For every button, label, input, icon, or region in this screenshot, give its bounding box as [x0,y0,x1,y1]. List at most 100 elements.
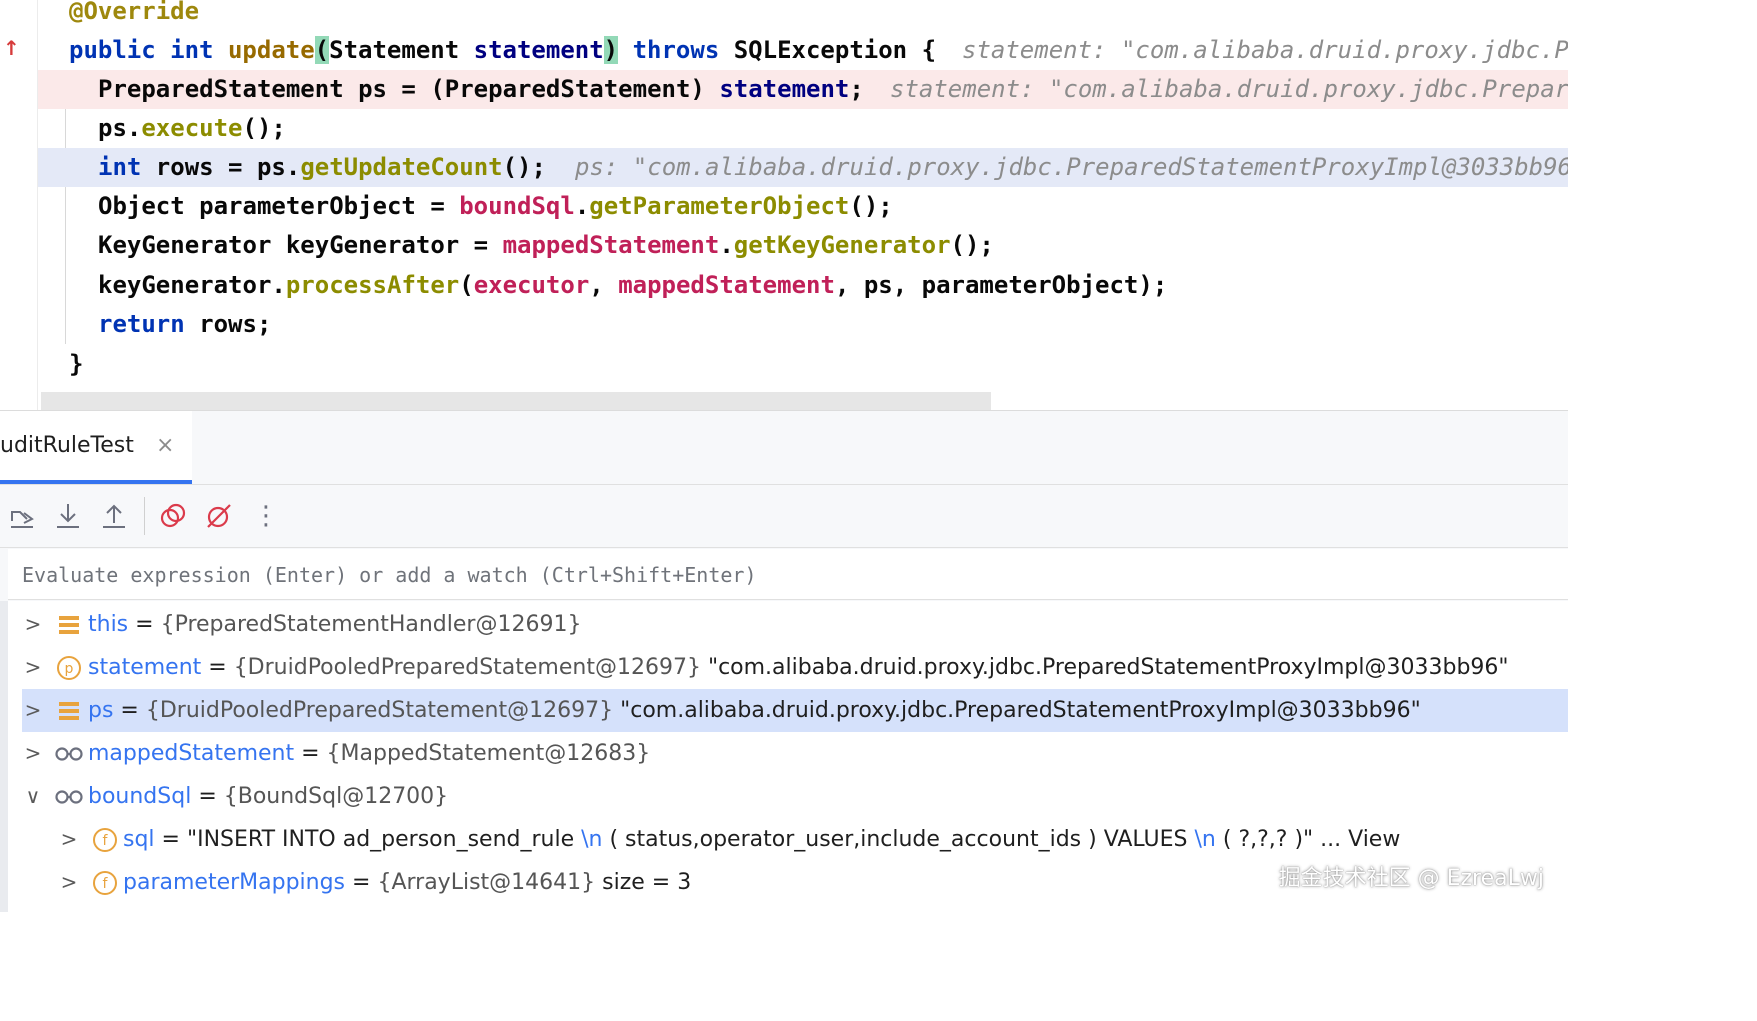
chevron-right-icon[interactable]: > [58,818,80,861]
paren-open: ( [314,36,330,64]
code-text-part: Object parameterObject = [98,192,460,220]
frames-edge [0,601,8,912]
variable-row-mapped-statement[interactable]: > mappedStatement = {MappedStatement@126… [22,732,1568,775]
open-brace: { [921,36,937,64]
field-icon: f [92,827,118,853]
view-breakpoints-button[interactable] [156,499,190,533]
param-ref: statement [719,75,850,103]
variable-row-bound-sql[interactable]: ∨ boundSql = {BoundSql@12700} [22,775,1568,818]
method-call: getKeyGenerator [733,231,951,259]
evaluate-expression-input[interactable] [8,549,1564,601]
code-line-close-brace[interactable]: } [38,345,1568,384]
field-ref: boundSql [459,192,575,220]
code-line-execute[interactable]: ps.execute(); [38,109,1568,148]
chevron-right-icon[interactable]: > [22,646,44,689]
tab-label: uditRuleTest [0,433,134,458]
code-line-parameter-object[interactable]: Object parameterObject = boundSql.getPar… [38,187,1568,226]
code-text-part: . [574,192,590,220]
variable-name: this [88,612,129,637]
chevron-right-icon[interactable]: > [58,861,80,904]
field-ref: mappedStatement [618,271,835,299]
inline-debug-hint: statement: "com.alibaba.druid.proxy.jdbc… [962,36,1568,64]
param-name: statement [473,36,604,64]
variable-value: {BoundSql@12700} [223,784,449,809]
step-out-button[interactable] [97,499,131,533]
variable-row-this[interactable]: > this = {PreparedStatementHandler@12691… [22,603,1568,646]
step-into-button[interactable] [51,499,85,533]
variable-string: "com.alibaba.druid.proxy.jdbc.PreparedSt… [700,655,1509,680]
code-text-part: PreparedStatement ps = (PreparedStatemen… [98,75,720,103]
param-type: Statement [329,36,460,64]
variable-icon [56,612,82,638]
code-text: int rows = ps.getUpdateCount(); [98,148,546,187]
view-link[interactable]: ... View [1313,827,1400,852]
code-line-key-generator[interactable]: KeyGenerator keyGenerator = mappedStatem… [38,226,1568,265]
code-editor[interactable]: ↑ @Override public int update(Statement … [0,0,1568,410]
active-tab-indicator [0,480,192,484]
code-text: keyGenerator.processAfter(executor, mapp… [98,266,1167,305]
code-line-process-after[interactable]: keyGenerator.processAfter(executor, mapp… [38,266,1568,305]
equals-sign: = [294,741,327,766]
step-over-button[interactable] [5,499,39,533]
code-text-part: keyGenerator. [98,271,286,299]
variable-name: ps [88,698,114,723]
step-into-icon [57,504,79,528]
variable-row-sql[interactable]: > f sql = "INSERT INTO ad_person_send_ru… [22,818,1568,861]
chevron-right-icon[interactable]: > [22,732,44,775]
variable-text: statement = {DruidPooledPreparedStatemen… [88,646,1509,689]
code-text-part: (); [242,114,286,142]
field-icon-letter: f [103,833,109,849]
code-text-part: ( [459,271,474,299]
tab-debug-session[interactable]: uditRuleTest × [0,411,192,484]
step-over-icon [11,511,34,528]
variable-text: this = {PreparedStatementHandler@12691} [88,603,581,646]
variable-value: {MappedStatement@12683} [326,741,651,766]
keyword-int: int [170,36,214,64]
code-line-return[interactable]: return rows; [38,305,1568,344]
variable-text: ps = {DruidPooledPreparedStatement@12697… [88,689,1421,732]
debug-tab-bar: uditRuleTest × [0,411,1568,485]
close-icon[interactable]: × [156,433,174,458]
variable-row-statement[interactable]: > p statement = {DruidPooledPreparedStat… [22,646,1568,689]
code-line-cast[interactable]: PreparedStatement ps = (PreparedStatemen… [38,70,1568,109]
chevron-right-icon[interactable]: > [22,689,44,732]
annotation-override: @Override [69,0,200,25]
more-options-icon[interactable]: ⋮ [249,499,283,533]
step-out-icon [103,504,125,528]
variable-value: {DruidPooledPreparedStatement@12697} [145,698,614,723]
variable-string: ( ?,?,? )" [1215,827,1314,852]
keyword-int: int [98,153,142,181]
equals-sign: = [201,655,234,680]
variable-icon [56,698,82,724]
keyword-throws: throws [632,36,720,64]
code-text-part: rows; [184,310,272,338]
method-call: getUpdateCount [300,153,503,181]
code-text-part: (); [950,231,994,259]
code-text: KeyGenerator keyGenerator = mappedStatem… [98,226,994,265]
watch-glasses-icon [54,784,84,810]
code-line-method-signature[interactable]: public int update(Statement statement) t… [38,31,1568,70]
variable-string: "INSERT INTO ad_person_send_rule [186,827,582,852]
override-arrow-icon[interactable]: ↑ [3,36,20,60]
mute-breakpoints-icon [207,504,231,528]
equals-sign: = [154,827,187,852]
method-signature: public int update(Statement statement) t… [69,31,936,70]
code-line-annotation[interactable]: @Override [38,0,1568,31]
chevron-right-icon[interactable]: > [22,603,44,646]
variable-string: ( status,operator_user,include_account_i… [602,827,1195,852]
horizontal-scrollbar[interactable] [41,392,991,410]
semicolon: ; [849,75,864,103]
parameter-icon: p [56,655,82,681]
chevron-down-icon[interactable]: ∨ [22,775,44,818]
escape-newline: \n [581,827,603,852]
debug-toolbar: ⋮ [0,485,1568,548]
mute-breakpoints-button[interactable] [202,499,236,533]
field-ref: mappedStatement [502,231,720,259]
escape-newline: \n [1194,827,1216,852]
inline-debug-hint: statement: "com.alibaba.druid.proxy.jdbc… [890,75,1568,103]
paren-close: ) [603,36,619,64]
variable-row-ps[interactable]: > ps = {DruidPooledPreparedStatement@126… [22,689,1568,732]
editor-gutter[interactable]: ↑ [0,0,38,410]
equals-sign: = [345,870,378,895]
code-line-current[interactable]: int rows = ps.getUpdateCount(); ps: "com… [38,148,1568,187]
